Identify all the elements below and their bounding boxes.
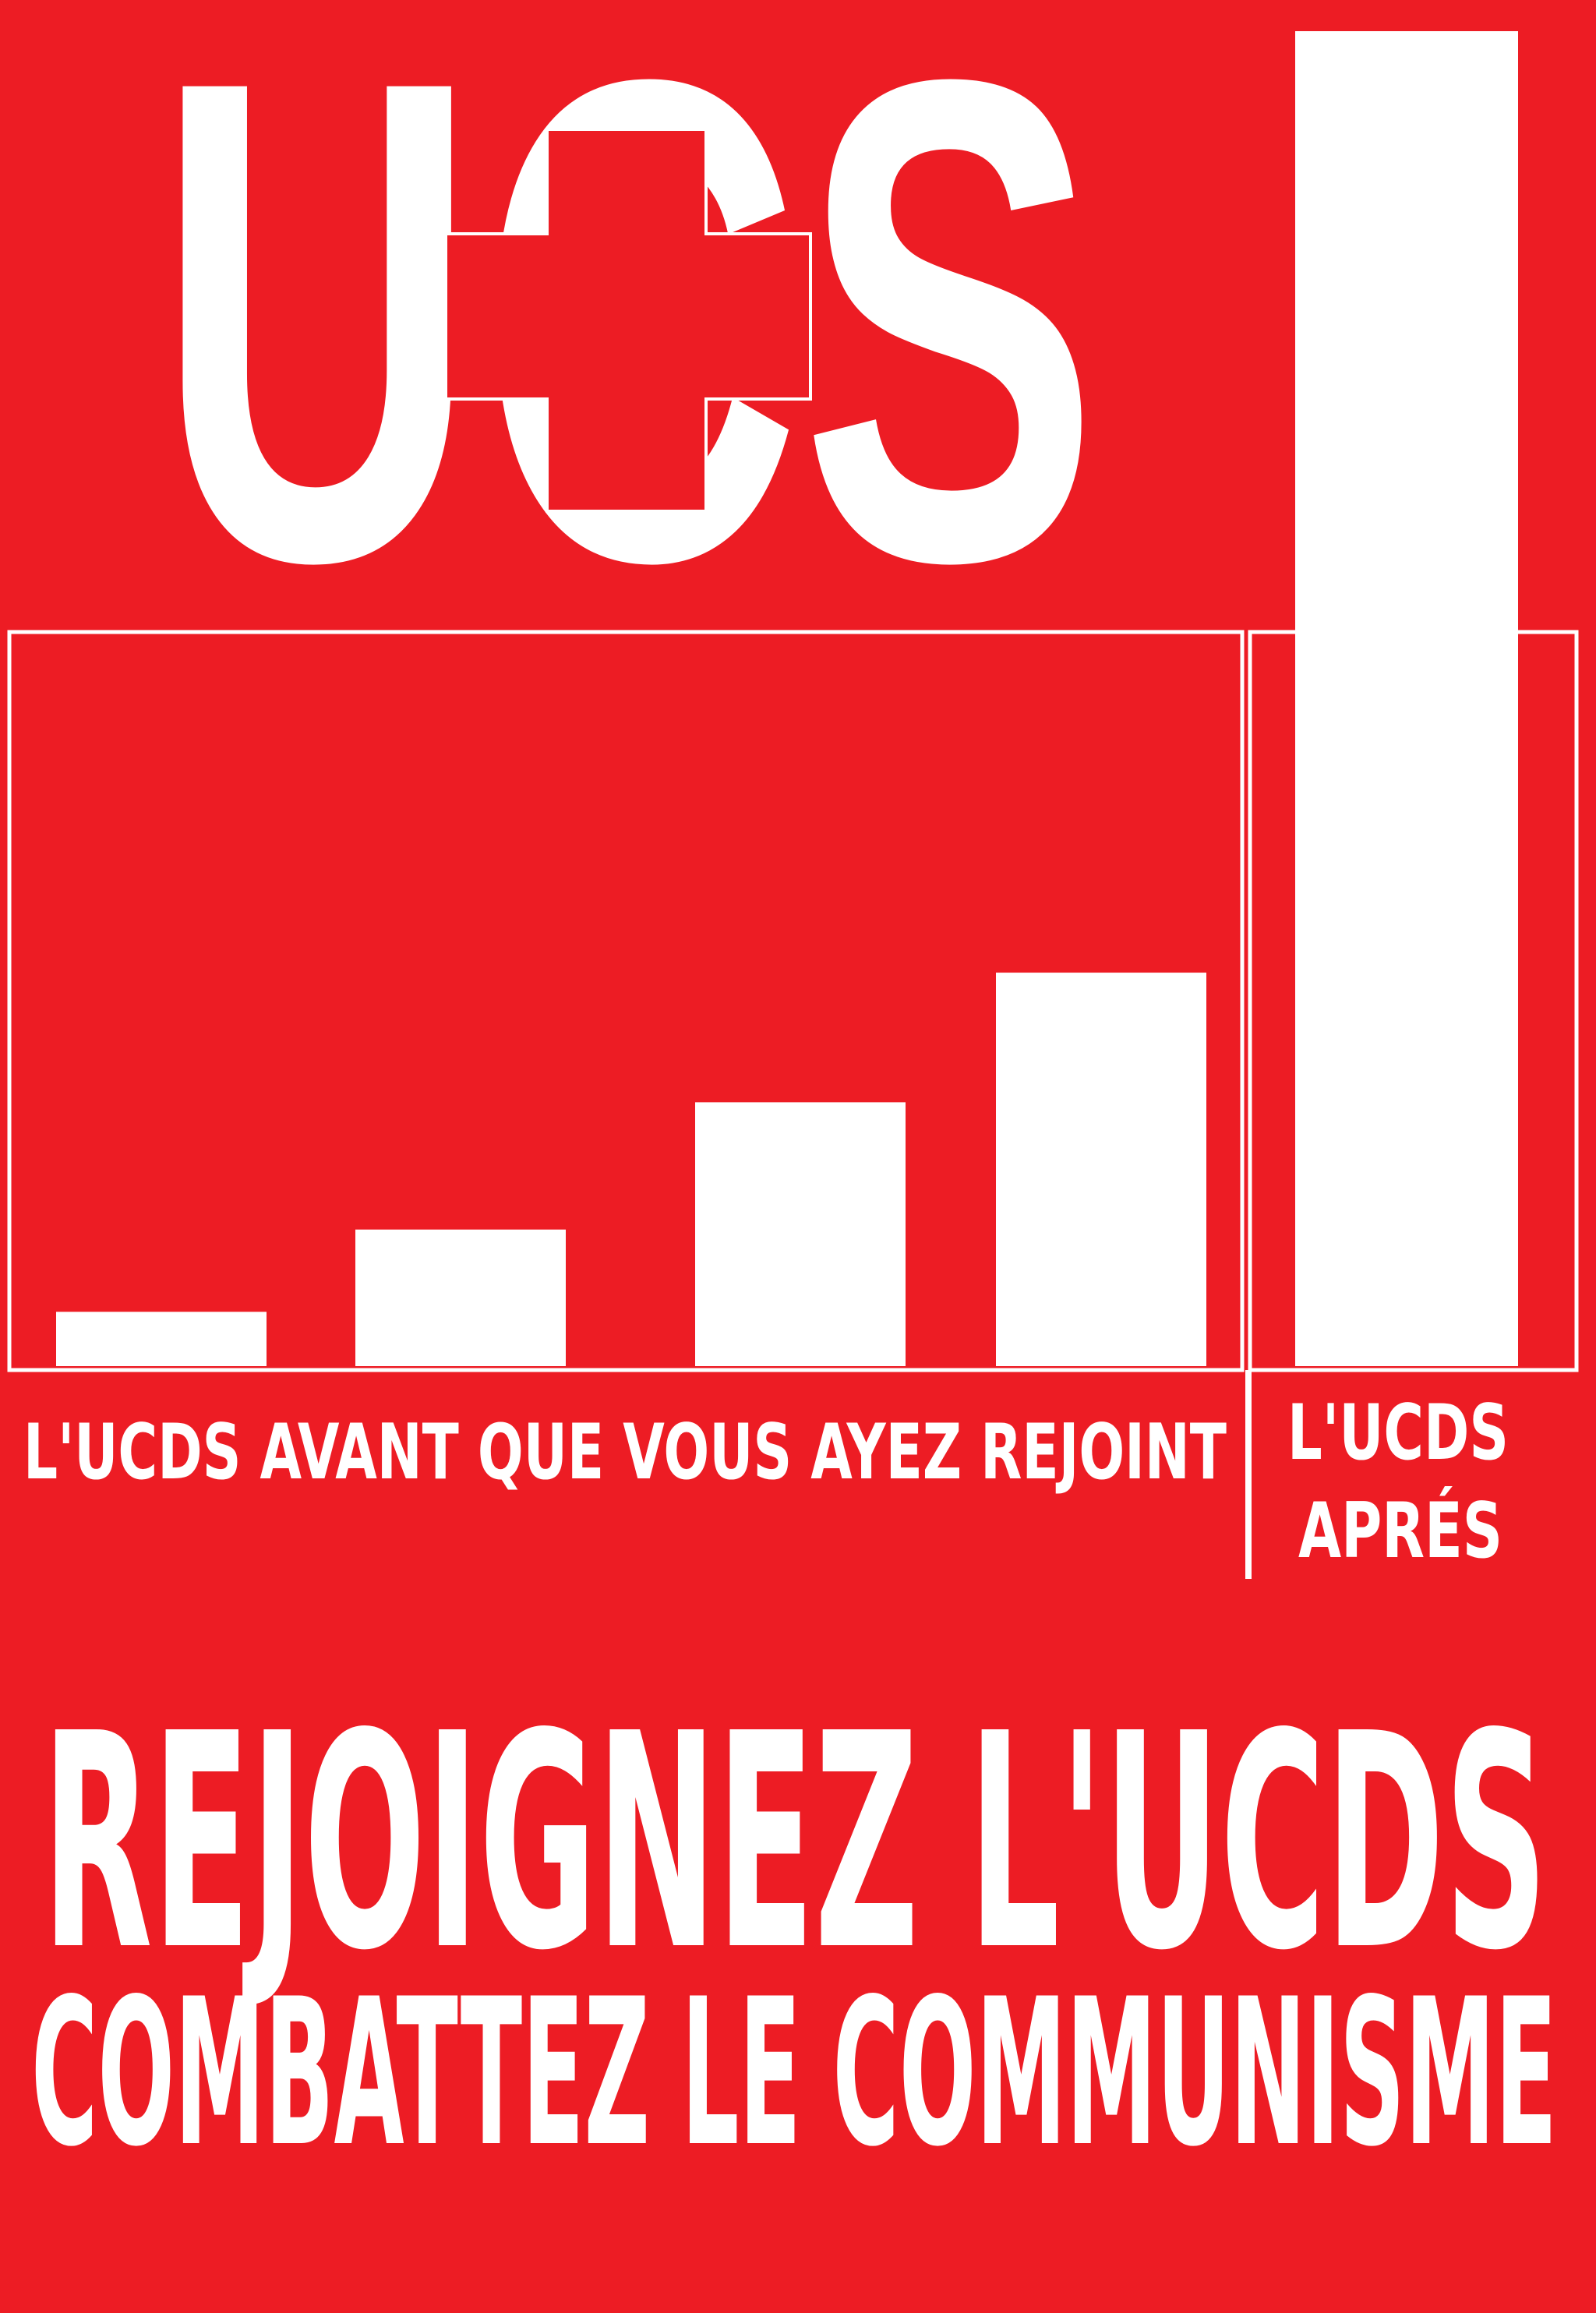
bar-2 xyxy=(355,1229,566,1366)
poster: UCS L'UCDS AVANT QUE VOUS AYEZ REJOINT L… xyxy=(0,0,1596,2313)
ucs-logo: UCS xyxy=(156,0,1099,704)
caption-after-line2: APRÉS xyxy=(1298,1486,1502,1576)
slogan-line2: COMBATTEZ LE COMMUNISME xyxy=(31,1956,1557,2191)
poster-canvas: UCS L'UCDS AVANT QUE VOUS AYEZ REJOINT L… xyxy=(7,0,1579,2191)
bar-3 xyxy=(695,1102,906,1366)
bar-4 xyxy=(996,973,1206,1366)
bar-5 xyxy=(1295,31,1518,1366)
caption-before: L'UCDS AVANT QUE VOUS AYEZ REJOINT xyxy=(23,1408,1227,1497)
bar-1 xyxy=(56,1312,267,1366)
caption-after-line1: L'UCDS xyxy=(1287,1389,1509,1478)
